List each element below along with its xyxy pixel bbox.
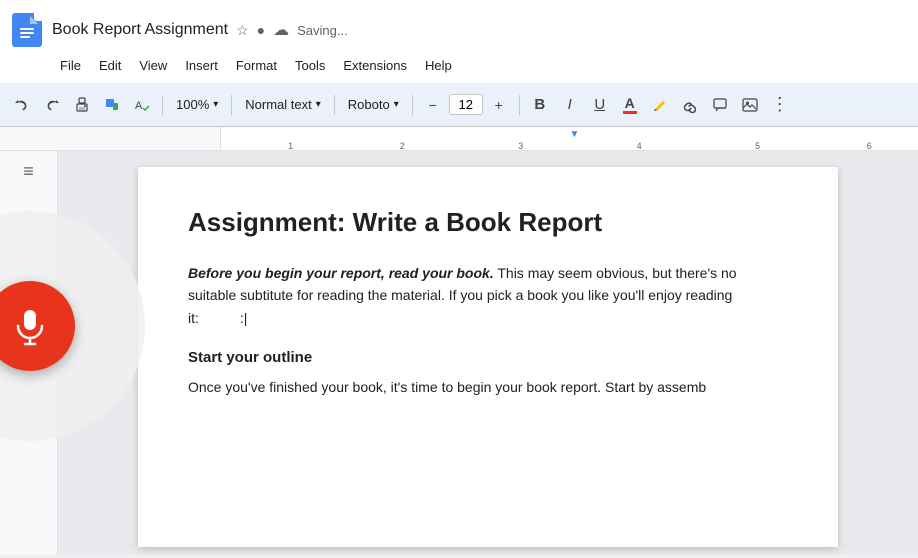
menu-file[interactable]: File [52, 54, 89, 77]
toolbar: A 100% ▾ Normal text ▾ Roboto ▾ − + B I … [0, 83, 918, 127]
insert-comment-button[interactable] [706, 91, 734, 119]
zoom-dropdown[interactable]: 100% ▾ [169, 91, 225, 119]
outline-icon[interactable]: ≡ [23, 161, 34, 182]
title-section: Book Report Assignment ☆ ● ☁ Saving... [52, 20, 906, 40]
more-options-button[interactable]: ⋮ [766, 91, 794, 119]
highlight-button[interactable] [646, 91, 674, 119]
doc-para-2: Once you've finished your book, it's tim… [188, 376, 788, 398]
text-style-chevron: ▾ [316, 99, 321, 110]
ruler-left [0, 127, 220, 151]
ruler: ▼ 1 2 3 4 5 6 [220, 127, 918, 151]
ruler-mark-4: 4 [637, 141, 642, 151]
menu-insert[interactable]: Insert [177, 54, 226, 77]
font-size-input[interactable] [449, 94, 483, 115]
drive-icon[interactable]: ● [257, 22, 265, 38]
zoom-chevron: ▾ [213, 99, 218, 110]
separator-5 [519, 95, 520, 115]
doc-app-icon [12, 13, 42, 47]
font-size-increase-button[interactable]: + [485, 91, 513, 119]
font-color-bar [623, 111, 637, 114]
separator-3 [334, 95, 335, 115]
voice-input-button[interactable] [0, 281, 75, 371]
title-bar: Book Report Assignment ☆ ● ☁ Saving... [0, 0, 918, 52]
text-style-value: Normal text [245, 97, 311, 112]
separator-2 [231, 95, 232, 115]
mic-icon [10, 306, 50, 346]
insert-image-button[interactable] [736, 91, 764, 119]
font-value: Roboto [348, 97, 390, 112]
menu-view[interactable]: View [131, 54, 175, 77]
bold-button[interactable]: B [526, 91, 554, 119]
page-area[interactable]: Assignment: Write a Book Report Before y… [58, 151, 918, 555]
ruler-tab-marker: ▼ [570, 129, 580, 140]
undo-button[interactable] [8, 91, 36, 119]
ruler-container: ▼ 1 2 3 4 5 6 [0, 127, 918, 151]
paint-format-button[interactable] [98, 91, 126, 119]
star-icon[interactable]: ☆ [236, 22, 249, 39]
menu-bar: File Edit View Insert Format Tools Exten… [0, 52, 918, 83]
menu-tools[interactable]: Tools [287, 54, 333, 77]
doc-para-1-bold: Before you begin your report, read your … [188, 265, 494, 281]
link-button[interactable] [676, 91, 704, 119]
main-area: ≡ Assignment: Write a Book Report Before… [0, 151, 918, 555]
font-size-decrease-button[interactable]: − [419, 91, 447, 119]
doc-para-1: Before you begin your report, read your … [188, 262, 788, 329]
menu-edit[interactable]: Edit [91, 54, 129, 77]
sidebar: ≡ [0, 151, 58, 555]
ruler-mark-6: 6 [867, 141, 872, 151]
font-dropdown[interactable]: Roboto ▾ [341, 91, 406, 119]
menu-help[interactable]: Help [417, 54, 460, 77]
saving-status: Saving... [297, 23, 348, 38]
text-style-dropdown[interactable]: Normal text ▾ [238, 91, 328, 119]
font-color-a: A [625, 96, 635, 110]
italic-button[interactable]: I [556, 91, 584, 119]
doc-page: Assignment: Write a Book Report Before y… [138, 167, 838, 547]
doc-heading: Assignment: Write a Book Report [188, 207, 788, 238]
font-chevron: ▾ [394, 99, 399, 110]
redo-button[interactable] [38, 91, 66, 119]
font-color-button[interactable]: A [616, 91, 644, 119]
separator-4 [412, 95, 413, 115]
menu-format[interactable]: Format [228, 54, 285, 77]
doc-subheading: Start your outline [188, 349, 788, 366]
underline-button[interactable]: U [586, 91, 614, 119]
cloud-icon[interactable]: ☁ [273, 20, 289, 40]
print-button[interactable] [68, 91, 96, 119]
ruler-mark-1: 1 [288, 141, 293, 151]
svg-text:A: A [135, 100, 143, 112]
ruler-mark-3: 3 [518, 141, 523, 151]
spell-check-button[interactable]: A [128, 91, 156, 119]
ruler-mark-5: 5 [755, 141, 760, 151]
separator-1 [162, 95, 163, 115]
doc-title: Book Report Assignment [52, 21, 228, 39]
zoom-value: 100% [176, 97, 209, 112]
ruler-mark-2: 2 [400, 141, 405, 151]
menu-extensions[interactable]: Extensions [335, 54, 415, 77]
